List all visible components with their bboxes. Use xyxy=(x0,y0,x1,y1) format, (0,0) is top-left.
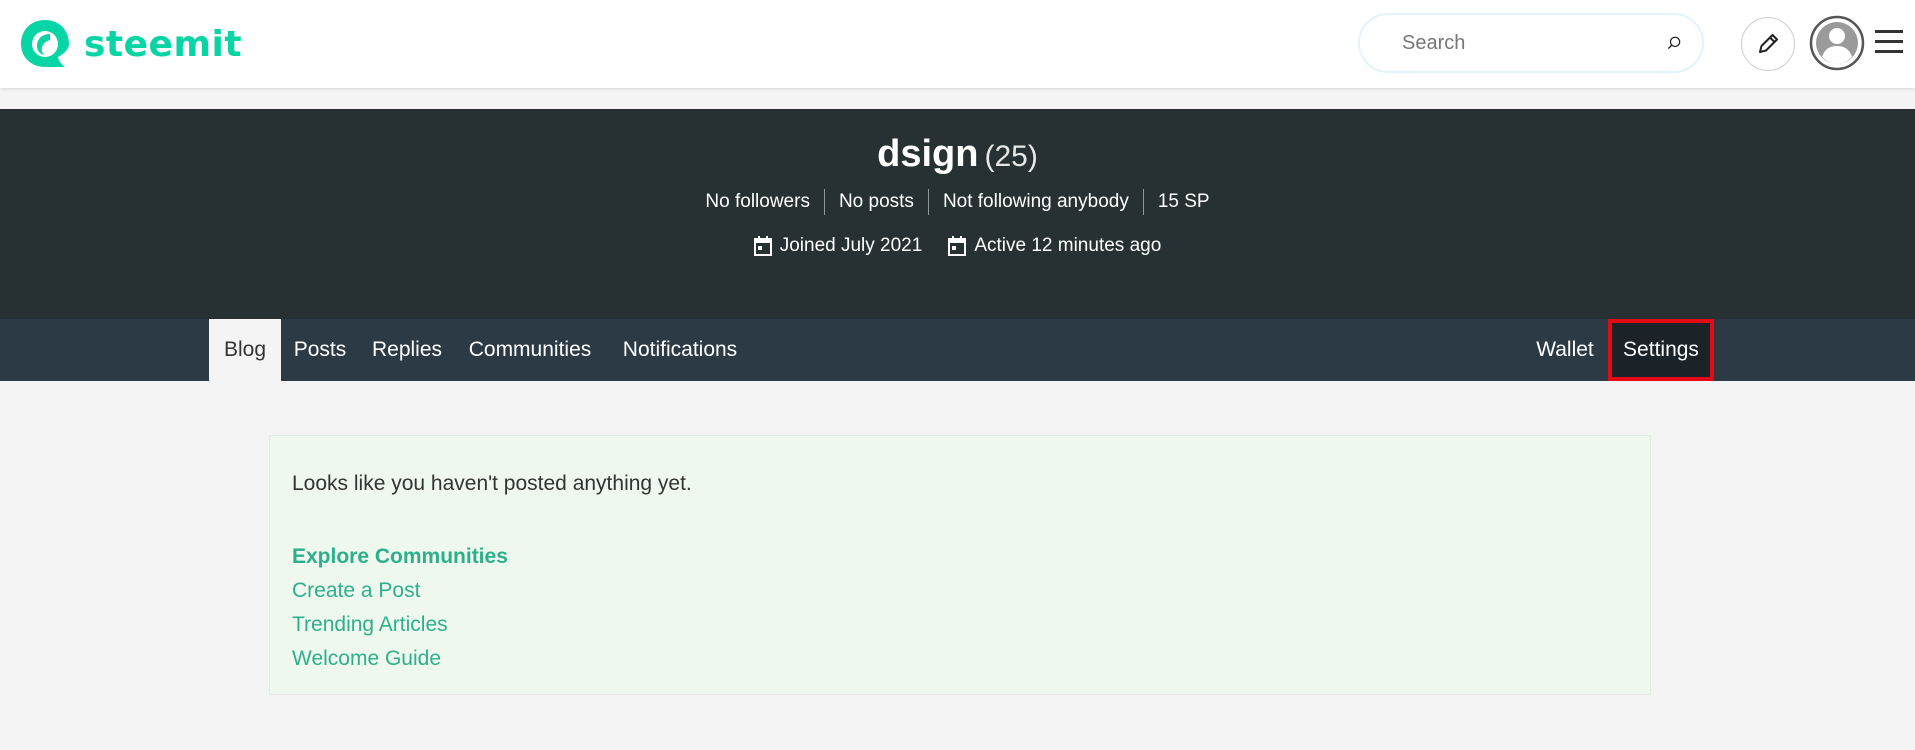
search-icon[interactable] xyxy=(1667,30,1682,56)
tab-notifications[interactable]: Notifications xyxy=(610,319,750,381)
search-input[interactable] xyxy=(1402,31,1667,55)
calendar-icon xyxy=(948,236,967,256)
steemit-logo-icon xyxy=(21,20,69,67)
hamburger-menu-icon[interactable] xyxy=(1873,27,1905,57)
steem-power: 15 SP xyxy=(1142,189,1224,215)
tab-settings[interactable]: Settings xyxy=(1608,319,1714,381)
empty-state-card: Looks like you haven't posted anything y… xyxy=(269,435,1651,695)
joined-text: Joined July 2021 xyxy=(779,235,923,256)
explore-communities-link[interactable]: Explore Communities xyxy=(292,540,508,574)
logo-text: steemit xyxy=(84,23,243,65)
profile-tabs: Blog Posts Replies Communities Notificat… xyxy=(0,319,1915,381)
welcome-guide-link[interactable]: Welcome Guide xyxy=(292,642,508,676)
profile-username: dsign xyxy=(877,133,979,175)
search-box[interactable] xyxy=(1358,13,1704,73)
pencil-icon xyxy=(1759,34,1778,53)
suggestion-links: Explore Communities Create a Post Trendi… xyxy=(292,540,508,676)
followers-count[interactable]: No followers xyxy=(691,189,824,215)
profile-stats: No followers No posts Not following anyb… xyxy=(0,189,1915,215)
reputation-score: (25) xyxy=(984,140,1038,173)
create-post-link[interactable]: Create a Post xyxy=(292,574,508,608)
tab-replies[interactable]: Replies xyxy=(361,319,453,381)
user-avatar-icon[interactable] xyxy=(1809,15,1865,71)
profile-name-row: dsign (25) xyxy=(0,133,1915,176)
tab-posts[interactable]: Posts xyxy=(281,319,359,381)
joined-date: Joined July 2021 xyxy=(753,235,923,257)
create-post-button[interactable] xyxy=(1741,17,1795,71)
profile-header: dsign (25) No followers No posts Not foll… xyxy=(0,109,1915,319)
profile-meta: Joined July 2021 Active 12 minutes ago xyxy=(0,235,1915,257)
tab-wallet[interactable]: Wallet xyxy=(1524,319,1606,381)
active-text: Active 12 minutes ago xyxy=(974,235,1162,256)
calendar-icon xyxy=(753,236,772,256)
last-active: Active 12 minutes ago xyxy=(948,235,1161,257)
posts-count: No posts xyxy=(823,189,928,215)
top-header: steemit xyxy=(0,0,1915,88)
tab-blog[interactable]: Blog xyxy=(209,319,281,381)
empty-state-message: Looks like you haven't posted anything y… xyxy=(292,472,692,495)
following-count[interactable]: Not following anybody xyxy=(927,189,1143,215)
tab-communities[interactable]: Communities xyxy=(460,319,600,381)
steemit-logo[interactable]: steemit xyxy=(18,16,242,72)
trending-articles-link[interactable]: Trending Articles xyxy=(292,608,508,642)
